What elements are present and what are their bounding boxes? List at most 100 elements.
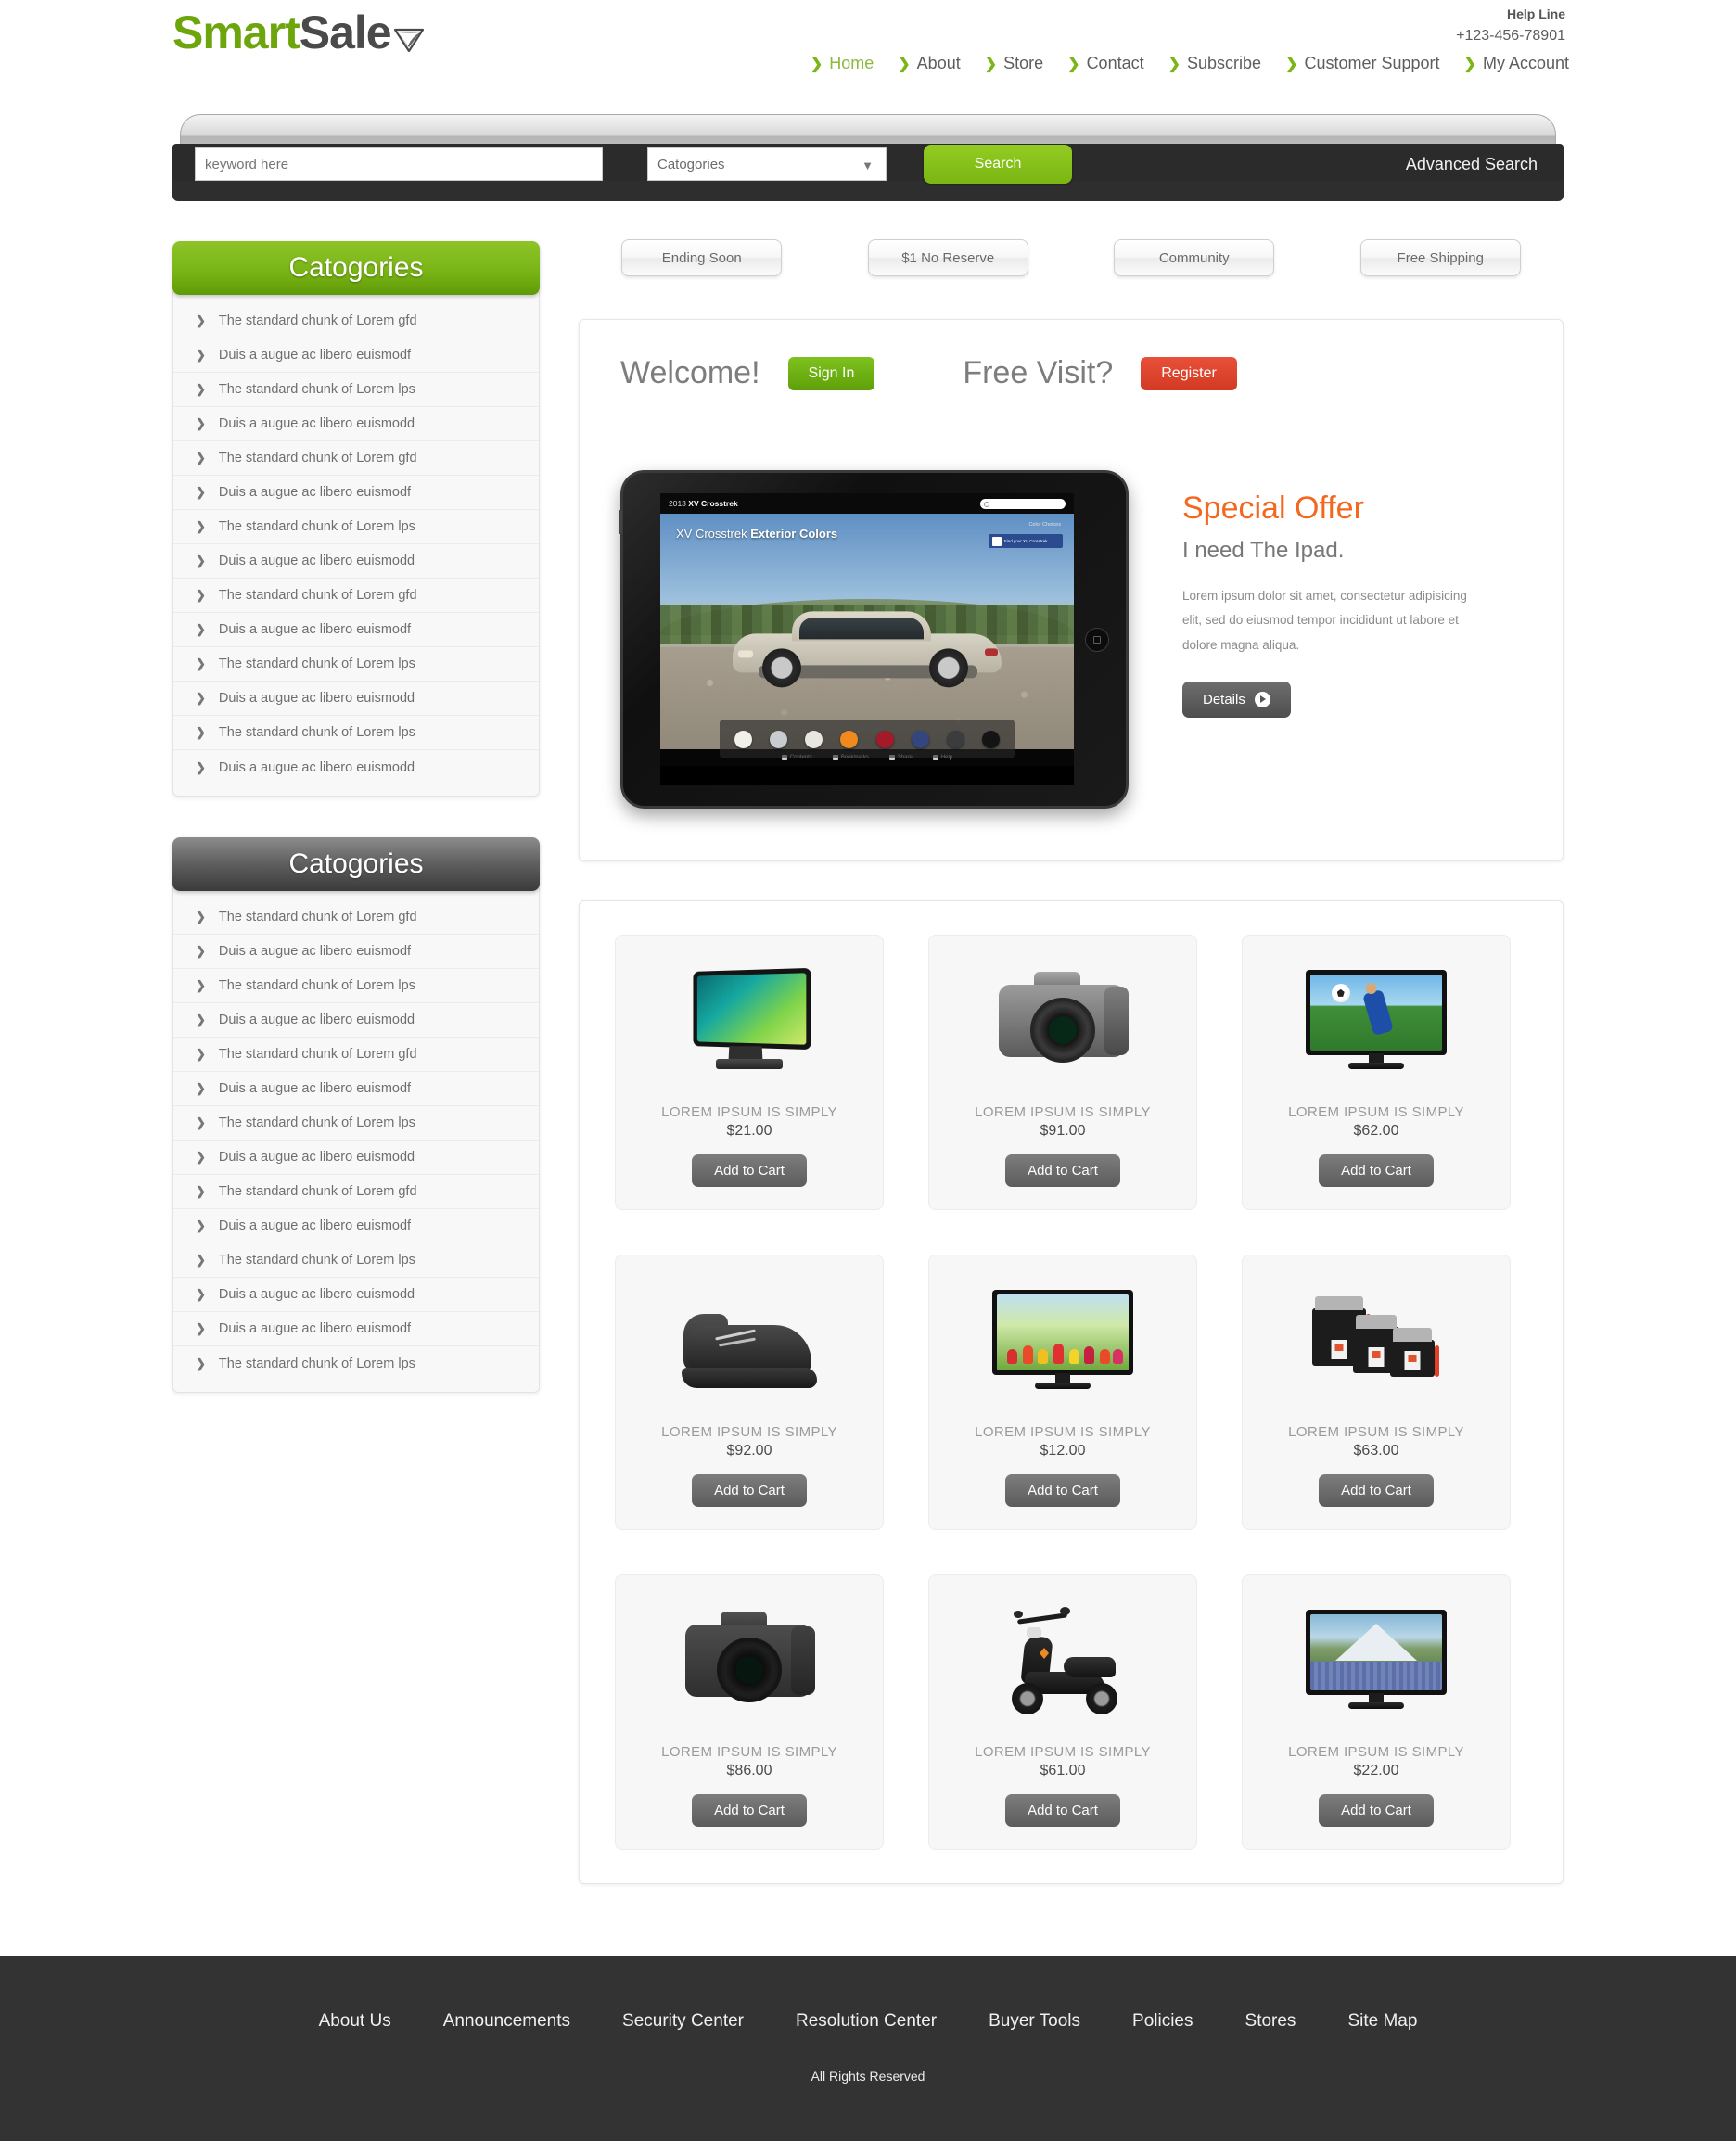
advanced-search-link[interactable]: Advanced Search	[1406, 155, 1538, 174]
filter-ending-soon[interactable]: Ending Soon	[621, 239, 783, 276]
add-to-cart-button[interactable]: Add to Cart	[1005, 1154, 1120, 1187]
sidebar-category-item[interactable]: ❯ The standard chunk of Lorem lps	[173, 510, 539, 544]
nav-item-my-account[interactable]: ❯ My Account	[1464, 54, 1569, 73]
sidebar-category-item[interactable]: ❯ Duis a augue ac libero euismodf	[173, 1072, 539, 1106]
add-to-cart-button[interactable]: Add to Cart	[692, 1474, 807, 1507]
product-card[interactable]: LOREM IPSUM IS SIMPLY $22.00 Add to Cart	[1242, 1574, 1511, 1850]
footer-link-buyer-tools[interactable]: Buyer Tools	[989, 2011, 1080, 2032]
color-swatch[interactable]	[734, 730, 752, 748]
logo-text-secondary: Sale	[299, 6, 392, 58]
sidebar-category-item[interactable]: ❯ The standard chunk of Lorem lps	[173, 373, 539, 407]
sidebar-category-item[interactable]: ❯ Duis a augue ac libero euismodf	[173, 338, 539, 373]
footer-link-site-map[interactable]: Site Map	[1347, 2011, 1417, 2032]
footer-link-announcements[interactable]: Announcements	[443, 2011, 570, 2032]
sidebar-category-item[interactable]: ❯ The standard chunk of Lorem lps	[173, 1346, 539, 1381]
chevron-right-icon: ❯	[196, 1184, 206, 1198]
add-to-cart-button[interactable]: Add to Cart	[692, 1154, 807, 1187]
sidebar-category-item[interactable]: ❯ The standard chunk of Lorem gfd	[173, 441, 539, 476]
sidebar-category-item[interactable]: ❯ The standard chunk of Lorem lps	[173, 969, 539, 1003]
sidebar-category-label: The standard chunk of Lorem gfd	[218, 313, 417, 328]
sidebar-category-label: Duis a augue ac libero euismodf	[218, 1218, 412, 1233]
filter-no-reserve[interactable]: $1 No Reserve	[867, 239, 1028, 276]
home-button-icon[interactable]	[1085, 627, 1109, 652]
sidebar-category-item[interactable]: ❯ The standard chunk of Lorem gfd	[173, 1175, 539, 1209]
sidebar-category-item[interactable]: ❯ Duis a augue ac libero euismodf	[173, 476, 539, 510]
sidebar-category-item[interactable]: ❯ Duis a augue ac libero euismodf	[173, 1312, 539, 1346]
footer-link-stores[interactable]: Stores	[1245, 2011, 1296, 2032]
hero-title: Special Offer	[1182, 491, 1364, 526]
sidebar-category-item[interactable]: ❯ Duis a augue ac libero euismodd	[173, 407, 539, 441]
sidebar-category-item[interactable]: ❯ Duis a augue ac libero euismodd	[173, 544, 539, 579]
sidebar-category-label: The standard chunk of Lorem gfd	[218, 451, 417, 465]
footer-link-security-center[interactable]: Security Center	[622, 2011, 744, 2032]
sidebar-category-label: Duis a augue ac libero euismodf	[218, 944, 412, 959]
color-swatch[interactable]	[805, 730, 823, 748]
product-card[interactable]: LOREM IPSUM IS SIMPLY $21.00 Add to Cart	[615, 935, 884, 1210]
add-to-cart-button[interactable]: Add to Cart	[692, 1794, 807, 1827]
product-card[interactable]: LOREM IPSUM IS SIMPLY $63.00 Add to Cart	[1242, 1255, 1511, 1530]
nav-item-store[interactable]: ❯ Store	[985, 54, 1043, 73]
tablet-cta-button[interactable]: Find your XV Crosstrek	[989, 534, 1063, 548]
nav-item-contact[interactable]: ❯ Contact	[1067, 54, 1143, 73]
nav-item-subscribe[interactable]: ❯ Subscribe	[1168, 54, 1261, 73]
sidebar-category-item[interactable]: ❯ The standard chunk of Lorem gfd	[173, 1038, 539, 1072]
product-card[interactable]: LOREM IPSUM IS SIMPLY $86.00 Add to Cart	[615, 1574, 884, 1850]
add-to-cart-button[interactable]: Add to Cart	[1319, 1154, 1434, 1187]
sidebar-category-item[interactable]: ❯ The standard chunk of Lorem lps	[173, 716, 539, 750]
sidebar-category-item[interactable]: ❯ The standard chunk of Lorem gfd	[173, 900, 539, 935]
sidebar-category-item[interactable]: ❯ Duis a augue ac libero euismodd	[173, 1278, 539, 1312]
color-swatch[interactable]	[769, 730, 787, 748]
nav-item-customer-support[interactable]: ❯ Customer Support	[1285, 54, 1439, 73]
color-swatch[interactable]	[840, 730, 859, 748]
nav-label: Subscribe	[1187, 54, 1262, 72]
sidebar-category-item[interactable]: ❯ Duis a augue ac libero euismodd	[173, 750, 539, 784]
product-card[interactable]: LOREM IPSUM IS SIMPLY $62.00 Add to Cart	[1242, 935, 1511, 1210]
product-name: LOREM IPSUM IS SIMPLY	[661, 1424, 837, 1440]
sidebar-category-item[interactable]: ❯ Duis a augue ac libero euismodd	[173, 1141, 539, 1175]
sign-in-button[interactable]: Sign In	[787, 356, 875, 390]
filter-free-shipping[interactable]: Free Shipping	[1359, 239, 1521, 276]
sidebar-category-item[interactable]: ❯ The standard chunk of Lorem gfd	[173, 579, 539, 613]
sidebar-category-item[interactable]: ❯ Duis a augue ac libero euismodd	[173, 1003, 539, 1038]
nav-label: Store	[1003, 54, 1044, 72]
search-input[interactable]	[195, 147, 603, 181]
color-swatch[interactable]	[947, 730, 965, 748]
color-swatch[interactable]	[982, 730, 1001, 748]
nav-item-home[interactable]: ❯ Home	[811, 54, 874, 73]
sidebar-category-item[interactable]: ❯ Duis a augue ac libero euismodf	[173, 613, 539, 647]
add-to-cart-button[interactable]: Add to Cart	[1319, 1474, 1434, 1507]
product-price: $22.00	[1353, 1763, 1399, 1778]
help-line-phone[interactable]: +123-456-78901	[1456, 24, 1565, 48]
product-card[interactable]: LOREM IPSUM IS SIMPLY $92.00 Add to Cart	[615, 1255, 884, 1530]
sidebar-category-item[interactable]: ❯ The standard chunk of Lorem lps	[173, 1243, 539, 1278]
nav-item-about[interactable]: ❯ About	[898, 54, 960, 73]
product-card[interactable]: LOREM IPSUM IS SIMPLY $91.00 Add to Cart	[928, 935, 1197, 1210]
site-header: SmartSale Help Line +123-456-78901 ❯ Home…	[0, 0, 1736, 109]
footer-link-resolution-center[interactable]: Resolution Center	[796, 2011, 937, 2032]
site-logo[interactable]: SmartSale	[172, 9, 425, 60]
filter-community[interactable]: Community	[1114, 239, 1275, 276]
sidebar-category-item[interactable]: ❯ The standard chunk of Lorem gfd	[173, 304, 539, 338]
footer-link-about-us[interactable]: About Us	[319, 2011, 391, 2032]
tablet-search-icon[interactable]	[980, 498, 1066, 509]
sidebar-category-item[interactable]: ❯ The standard chunk of Lorem lps	[173, 1106, 539, 1141]
sidebar-category-item[interactable]: ❯ Duis a augue ac libero euismodd	[173, 682, 539, 716]
sidebar-category-item[interactable]: ❯ Duis a augue ac libero euismodf	[173, 935, 539, 969]
sidebar-category-item[interactable]: ❯ The standard chunk of Lorem lps	[173, 647, 539, 682]
search-button[interactable]: Search	[924, 145, 1072, 184]
product-card[interactable]: LOREM IPSUM IS SIMPLY $61.00 Add to Cart	[928, 1574, 1197, 1850]
product-image	[942, 1592, 1183, 1731]
sidebar-category-label: The standard chunk of Lorem lps	[218, 725, 415, 740]
category-select-wrapper: Catogories ▼	[603, 147, 887, 181]
details-button[interactable]: Details	[1182, 681, 1291, 718]
add-to-cart-button[interactable]: Add to Cart	[1319, 1794, 1434, 1827]
register-button[interactable]: Register	[1141, 356, 1237, 390]
add-to-cart-button[interactable]: Add to Cart	[1005, 1474, 1120, 1507]
sidebar-category-item[interactable]: ❯ Duis a augue ac libero euismodf	[173, 1209, 539, 1243]
color-swatch[interactable]	[911, 730, 929, 748]
color-swatch[interactable]	[875, 730, 894, 748]
add-to-cart-button[interactable]: Add to Cart	[1005, 1794, 1120, 1827]
product-card[interactable]: LOREM IPSUM IS SIMPLY $12.00 Add to Cart	[928, 1255, 1197, 1530]
category-select[interactable]: Catogories	[647, 147, 887, 181]
footer-link-policies[interactable]: Policies	[1132, 2011, 1193, 2032]
